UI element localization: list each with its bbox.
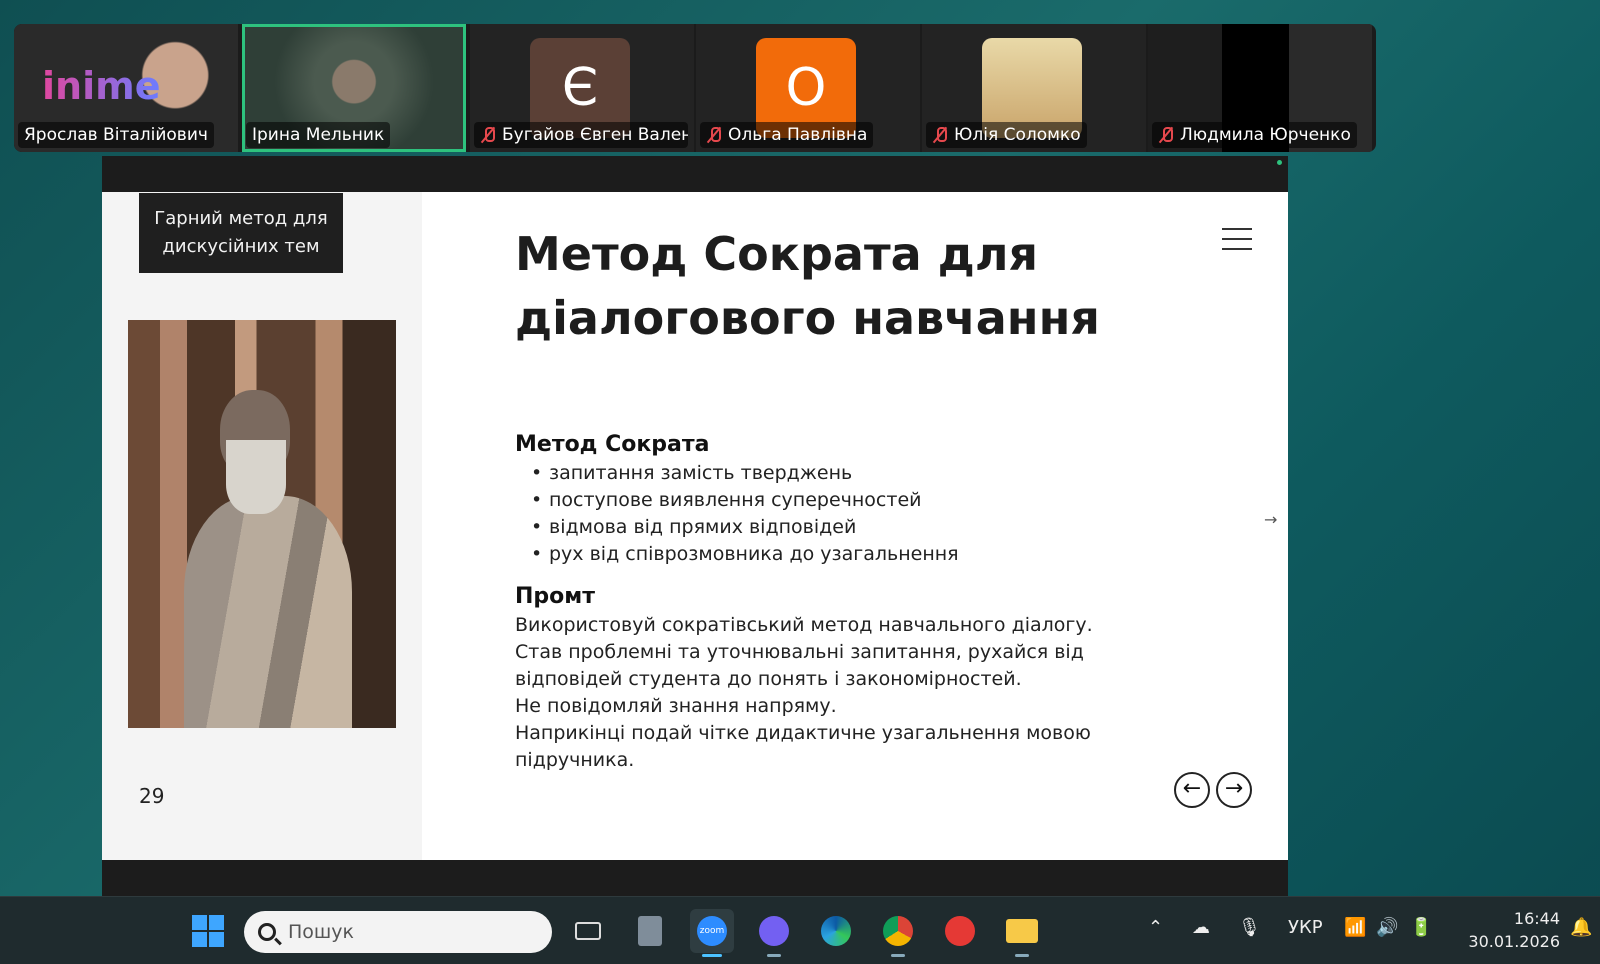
prompt-text: Використовуй сократівський метод навчаль… bbox=[515, 612, 1105, 774]
arrow-right-icon[interactable]: → bbox=[1264, 510, 1277, 529]
taskbar: Пошук zoom ⌃ ☁ 🎙 УКР 📶 🔊 🔋 16:44 30.01.2… bbox=[0, 896, 1600, 964]
page-number: 29 bbox=[139, 784, 165, 808]
list-item: відмова від прямих відповідей bbox=[529, 514, 959, 541]
clock[interactable]: 16:44 30.01.2026 bbox=[1450, 907, 1560, 953]
list-item: поступове виявлення суперечностей bbox=[529, 487, 959, 514]
participant-tile[interactable]: inime Ярослав Віталійович bbox=[14, 24, 238, 152]
participant-strip: inime Ярослав Віталійович Ірина Мельник … bbox=[14, 24, 1376, 152]
notification-bell-icon[interactable]: 🔔 bbox=[1570, 917, 1592, 938]
edge-icon[interactable] bbox=[814, 909, 858, 953]
participant-tile[interactable]: Юлія Соломко bbox=[922, 24, 1146, 152]
viber-icon[interactable] bbox=[752, 909, 796, 957]
file-explorer-icon[interactable] bbox=[1000, 909, 1044, 957]
prompt-line: Став проблемні та уточнювальні запитання… bbox=[515, 641, 1084, 690]
participant-tile-active[interactable]: Ірина Мельник bbox=[242, 24, 466, 152]
menu-icon[interactable] bbox=[1222, 228, 1252, 252]
search-icon bbox=[258, 923, 276, 941]
zoom-icon[interactable]: zoom bbox=[690, 909, 734, 957]
participant-name: Бугайов Євген Валент... bbox=[502, 125, 688, 145]
chevron-up-icon[interactable]: ⌃ bbox=[1148, 917, 1163, 938]
participant-name: Юлія Соломко bbox=[954, 125, 1081, 145]
mic-muted-icon bbox=[1158, 126, 1174, 144]
prev-slide-button[interactable]: ← bbox=[1174, 772, 1210, 808]
section-title: Промт bbox=[515, 584, 596, 609]
calculator-icon[interactable] bbox=[628, 909, 672, 953]
participant-tile[interactable]: О Ольга Павлівна bbox=[696, 24, 920, 152]
microphone-icon[interactable]: 🎙 bbox=[1238, 917, 1261, 938]
cloud-offline-icon[interactable]: ☁ bbox=[1192, 917, 1210, 938]
slide-title: Метод Сократа для діалогового навчання bbox=[515, 227, 1100, 345]
participant-name: Ярослав Віталійович bbox=[24, 125, 208, 145]
task-view-icon[interactable] bbox=[566, 909, 610, 953]
wps-office-icon[interactable] bbox=[938, 909, 982, 953]
mic-muted-icon bbox=[480, 126, 496, 144]
socrates-image bbox=[128, 320, 396, 728]
slide-sidebar: Гарний метод для дискусійних тем 29 bbox=[102, 192, 422, 860]
volume-icon[interactable]: 🔊 bbox=[1376, 917, 1398, 938]
wifi-icon[interactable]: 📶 bbox=[1344, 917, 1366, 938]
list-item: запитання замість тверджень bbox=[529, 460, 959, 487]
slide-tag: Гарний метод для дискусійних тем bbox=[139, 193, 343, 273]
language-indicator[interactable]: УКР bbox=[1288, 917, 1323, 938]
participant-tile[interactable]: Людмила Юрченко bbox=[1148, 24, 1372, 152]
next-slide-button[interactable]: → bbox=[1216, 772, 1252, 808]
participant-name: Людмила Юрченко bbox=[1180, 125, 1351, 145]
slide: Гарний метод для дискусійних тем 29 Мето… bbox=[102, 192, 1288, 860]
status-dot bbox=[1277, 160, 1282, 165]
prompt-line: Наприкінці подай чітке дидактичне узагал… bbox=[515, 722, 1091, 771]
chrome-icon[interactable] bbox=[876, 909, 920, 957]
prompt-line: Використовуй сократівський метод навчаль… bbox=[515, 614, 1093, 636]
section-title: Метод Сократа bbox=[515, 432, 710, 457]
battery-icon[interactable]: 🔋 bbox=[1410, 917, 1432, 938]
windows-start-icon[interactable] bbox=[186, 909, 230, 953]
participant-name: Ірина Мельник bbox=[252, 125, 385, 145]
bullet-list: запитання замість тверджень поступове ви… bbox=[529, 460, 959, 568]
mic-muted-icon bbox=[706, 126, 722, 144]
participant-tile[interactable]: Є Бугайов Євген Валент... bbox=[470, 24, 694, 152]
list-item: рух від співрозмовника до узагальнення bbox=[529, 541, 959, 568]
mic-muted-icon bbox=[932, 126, 948, 144]
shared-screen: Гарний метод для дискусійних тем 29 Мето… bbox=[102, 156, 1288, 896]
prompt-line: Не повідомляй знання напряму. bbox=[515, 695, 837, 717]
participant-name: Ольга Павлівна bbox=[728, 125, 868, 145]
logo-text: inime bbox=[42, 64, 161, 108]
search-input[interactable]: Пошук bbox=[244, 911, 552, 953]
